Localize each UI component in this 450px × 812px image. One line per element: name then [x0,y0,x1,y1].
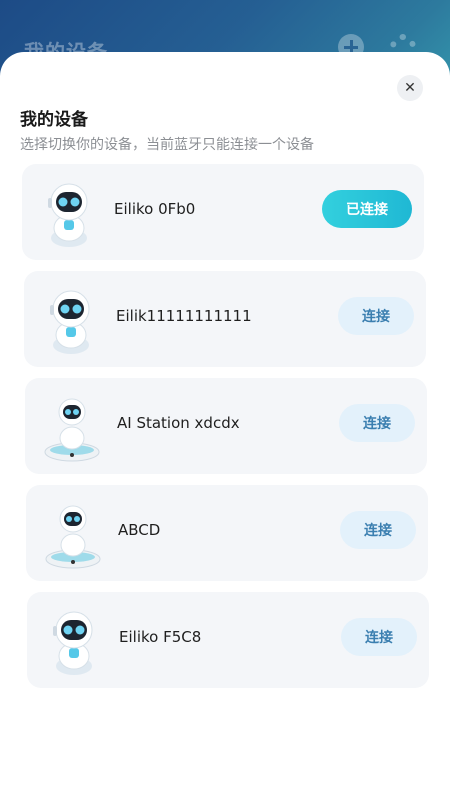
device-card[interactable]: ABCD 连接 [26,485,428,581]
close-icon[interactable]: ✕ [397,75,423,101]
connect-button[interactable]: 连接 [341,618,417,656]
sheet-title: 我的设备 [20,110,88,130]
sheet-subtitle: 选择切换你的设备，当前蓝牙只能连接一个设备 [20,137,314,153]
robot-icon [50,290,90,354]
connected-button[interactable]: 已连接 [322,190,412,228]
connect-button[interactable]: 连接 [340,511,416,549]
device-name: Eiliko F5C8 [119,628,202,646]
connect-button[interactable]: 连接 [338,297,414,335]
device-name: Eilik11111111111 [116,307,252,325]
robot-station-icon [44,398,100,462]
device-name: ABCD [118,521,161,539]
robot-icon [53,611,93,675]
connect-button[interactable]: 连接 [339,404,415,442]
robot-icon [48,183,88,247]
device-card[interactable]: Eiliko F5C8 连接 [27,592,429,688]
device-name: Eiliko 0Fb0 [114,200,196,218]
device-name: AI Station xdcdx [117,414,240,432]
device-card[interactable]: Eiliko 0Fb0 已连接 [22,164,424,260]
device-card[interactable]: AI Station xdcdx 连接 [25,378,427,474]
device-card[interactable]: Eilik11111111111 连接 [24,271,426,367]
robot-station-icon [45,505,101,569]
